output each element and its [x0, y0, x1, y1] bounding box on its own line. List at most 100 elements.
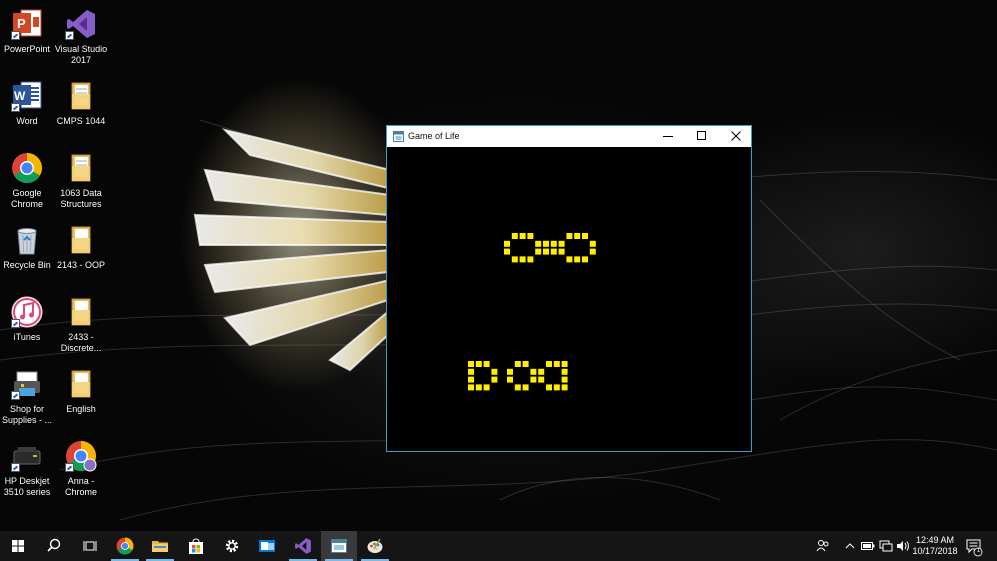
desktop-icon-hp-deskjet[interactable]: HP Deskjet 3510 series — [0, 436, 57, 506]
life-cell — [589, 240, 596, 247]
visual-studio-icon — [295, 538, 311, 554]
desktop-icon-folder-1063[interactable]: 1063 Data Structures — [51, 148, 111, 218]
paint-palette-icon — [367, 538, 383, 553]
life-cell — [561, 368, 568, 375]
life-cell — [535, 240, 542, 247]
desktop-icon-label: Anna - Chrome — [64, 476, 97, 497]
mail-app-icon — [259, 540, 275, 552]
folder-icon — [71, 154, 91, 182]
life-cell — [543, 240, 549, 247]
desktop-icon-folder-2143[interactable]: 2143 - OOP — [51, 220, 111, 290]
shortcut-arrow-icon — [11, 31, 20, 40]
title-bar[interactable]: Game of Life — [387, 126, 751, 147]
task-view-icon — [83, 541, 97, 551]
window-title: Game of Life — [408, 131, 460, 141]
desktop-icon-label: 2143 - OOP — [56, 260, 106, 270]
desktop-icon-folder-2433[interactable]: 2433 - Discrete... — [51, 292, 111, 362]
life-cell — [558, 248, 565, 255]
app-window-icon — [393, 131, 404, 142]
desktop-icon-visual-studio[interactable]: Visual Studio 2017 — [51, 4, 111, 74]
minimize-button[interactable] — [651, 126, 685, 147]
taskbar-chrome[interactable] — [107, 531, 143, 561]
notification-icon — [966, 539, 983, 557]
taskbar-store[interactable] — [178, 531, 214, 561]
life-cell — [491, 376, 498, 383]
close-button[interactable] — [719, 126, 753, 147]
folder-icon — [71, 226, 91, 254]
desktop-icon-label: Google Chrome — [10, 188, 43, 209]
folder-icon — [152, 541, 168, 552]
desktop-icon-anna-chrome[interactable]: Anna - Chrome — [51, 436, 111, 506]
search-button[interactable] — [36, 531, 72, 561]
action-center-button[interactable]: 1 — [964, 537, 984, 557]
shortcut-arrow-icon — [11, 103, 20, 112]
network-icon[interactable] — [879, 540, 893, 552]
clock[interactable]: 12:49 AM 10/17/2018 — [906, 535, 964, 557]
taskbar-paint[interactable] — [357, 531, 393, 561]
start-button[interactable] — [0, 531, 36, 561]
desktop-icon-folder-english[interactable]: English — [51, 364, 111, 434]
life-cell — [483, 361, 490, 367]
life-cell — [468, 376, 474, 383]
shortcut-arrow-icon — [11, 319, 20, 328]
life-cell — [514, 361, 521, 367]
desktop-icon-label: Word — [16, 116, 38, 126]
life-cell — [511, 256, 518, 263]
shortcut-arrow-icon — [11, 391, 20, 400]
taskbar-settings[interactable] — [214, 531, 250, 561]
desktop-icon-google-chrome[interactable]: Google Chrome — [0, 148, 57, 218]
desktop-icon-label: Visual Studio 2017 — [54, 44, 108, 65]
life-cell — [504, 240, 510, 247]
life-cell — [483, 384, 490, 391]
life-cell — [553, 361, 560, 367]
life-cell — [468, 384, 474, 391]
taskbar-file-explorer[interactable] — [142, 531, 178, 561]
taskbar-outlook[interactable] — [249, 531, 285, 561]
game-canvas[interactable] — [387, 147, 751, 451]
life-cell — [538, 376, 545, 383]
desktop-icon-recycle-bin[interactable]: Recycle Bin — [0, 220, 57, 290]
life-cell — [582, 233, 588, 239]
life-cell — [538, 368, 545, 375]
desktop-icon-label: English — [66, 404, 96, 414]
svg-text:W: W — [14, 89, 26, 103]
life-cell — [543, 248, 549, 255]
battery-icon[interactable] — [861, 541, 875, 551]
taskbar: 12:49 AM 10/17/2018 1 — [0, 531, 997, 561]
chevron-up-icon[interactable] — [845, 542, 855, 550]
desktop-icon-powerpoint[interactable]: P PowerPoint — [0, 4, 57, 74]
clock-time: 12:49 AM — [915, 535, 955, 545]
desktop-icon-shop-for-supplies[interactable]: Shop for Supplies - ... — [0, 364, 57, 434]
life-cell — [527, 233, 534, 239]
chrome-icon — [12, 153, 43, 184]
taskbar-game-of-life[interactable] — [321, 531, 357, 561]
desktop: P PowerPoint Visual Studio 2017 W Word C… — [0, 0, 997, 531]
task-view-button[interactable] — [72, 531, 108, 561]
taskbar-visual-studio[interactable] — [285, 531, 321, 561]
life-cell — [522, 384, 529, 391]
life-cell — [475, 361, 482, 367]
desktop-icon-label: CMPS 1044 — [56, 116, 106, 126]
life-cell — [561, 361, 568, 367]
shortcut-arrow-icon — [65, 463, 74, 472]
people-icon[interactable] — [816, 539, 830, 553]
life-cell — [582, 256, 588, 263]
life-cell — [546, 384, 552, 391]
life-cell — [491, 368, 498, 375]
search-icon — [47, 538, 61, 552]
desktop-icon-word[interactable]: W Word — [0, 76, 57, 146]
minimize-icon — [663, 136, 673, 137]
store-bag-icon — [189, 538, 203, 554]
game-of-life-window[interactable]: Game of Life — [386, 125, 752, 452]
desktop-icon-label: iTunes — [13, 332, 41, 342]
life-cell — [566, 233, 573, 239]
desktop-icon-label: 1063 Data Structures — [60, 188, 102, 209]
shortcut-arrow-icon — [65, 31, 74, 40]
desktop-icon-itunes[interactable]: iTunes — [0, 292, 57, 362]
desktop-icon-label: Shop for Supplies - ... — [1, 404, 53, 425]
desktop-icon-folder-cmps-1044[interactable]: CMPS 1044 — [51, 76, 111, 146]
maximize-button[interactable] — [685, 126, 719, 147]
life-cell — [522, 361, 529, 367]
folder-icon — [71, 298, 91, 326]
life-cell — [566, 256, 573, 263]
